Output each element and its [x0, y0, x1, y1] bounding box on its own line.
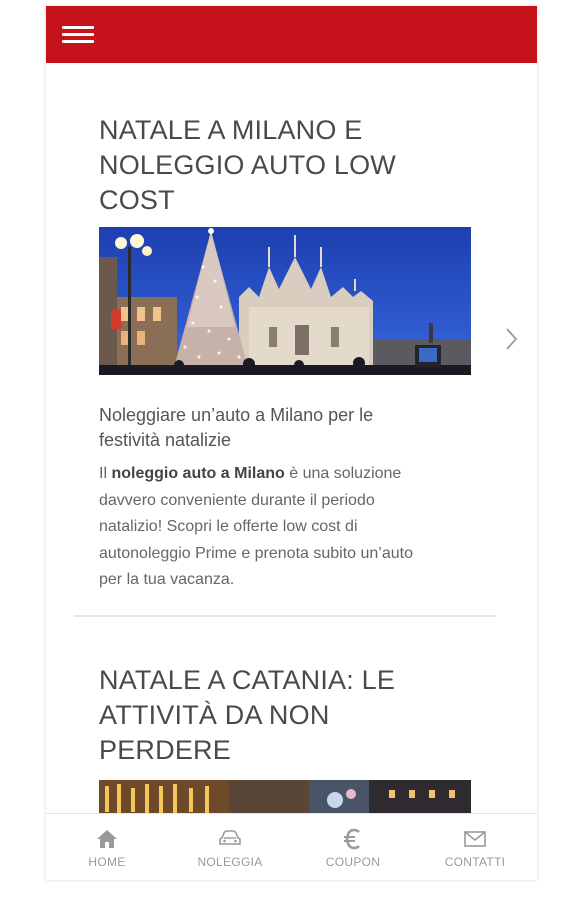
chevron-right-icon[interactable]	[502, 325, 522, 353]
top-bar	[46, 6, 537, 63]
mail-icon	[464, 831, 486, 847]
nav-home-label: HOME	[88, 855, 126, 869]
nav-home[interactable]: HOME	[47, 814, 167, 880]
nav-noleggia-label: NOLEGGIA	[197, 855, 263, 869]
nav-coupon[interactable]: COUPON	[293, 814, 413, 880]
article-image[interactable]	[99, 780, 471, 813]
nav-contatti-label: CONTATTI	[444, 855, 506, 869]
article-divider	[74, 615, 496, 617]
article-excerpt: Il noleggio auto a Milano è una soluzion…	[99, 465, 413, 588]
home-icon	[97, 830, 117, 848]
excerpt-highlight: noleggio auto a Milano	[111, 465, 285, 482]
bottom-navigation: HOME NOLEGGIA COUPON CONTATTI	[46, 813, 537, 880]
article-title[interactable]: NATALE A MILANO E NOLEGGIO AUTO LOW COST	[99, 113, 439, 218]
app-frame: NATALE A MILANO E NOLEGGIO AUTO LOW COST	[46, 6, 537, 880]
nav-coupon-label: COUPON	[325, 855, 381, 869]
nav-noleggia[interactable]: NOLEGGIA	[170, 814, 290, 880]
article-image[interactable]	[99, 227, 471, 375]
menu-icon[interactable]	[62, 24, 94, 46]
euro-icon	[344, 828, 360, 850]
car-icon	[219, 830, 241, 845]
nav-contatti[interactable]: CONTATTI	[415, 814, 535, 880]
article-title[interactable]: NATALE A CATANIA: LE ATTIVITÀ DA NON PER…	[99, 663, 439, 768]
article-list: NATALE A MILANO E NOLEGGIO AUTO LOW COST	[46, 63, 537, 813]
article-subtitle: Noleggiare un’auto a Milano per le festi…	[99, 405, 374, 450]
